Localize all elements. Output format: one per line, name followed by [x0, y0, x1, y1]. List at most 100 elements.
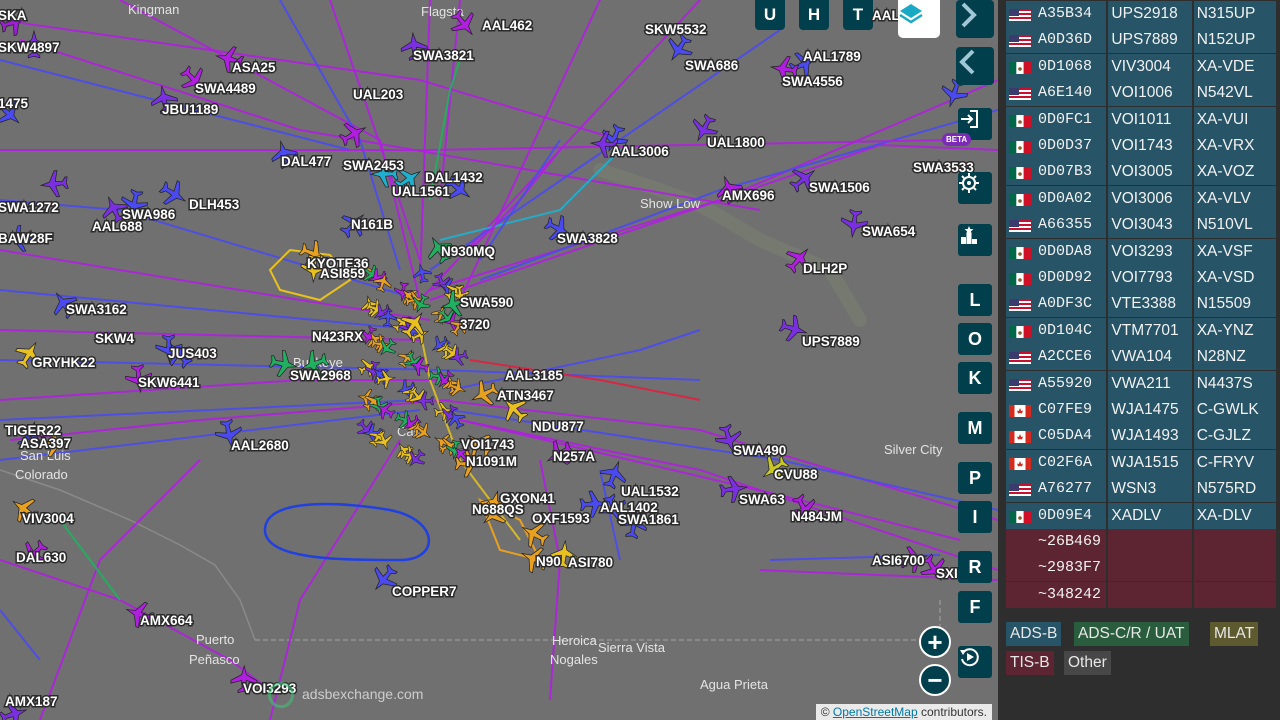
table-row[interactable]: ~26B469	[1006, 529, 1276, 555]
aircraft-label[interactable]: N257A	[552, 448, 597, 466]
aircraft-label[interactable]: SWA490	[732, 442, 788, 460]
aircraft-label[interactable]: UAL1800	[706, 134, 767, 152]
aircraft-label[interactable]: ASA397	[19, 435, 73, 453]
aircraft-label[interactable]: BAW28F	[0, 230, 54, 248]
aircraft-icon[interactable]	[427, 332, 452, 357]
table-row[interactable]: 0D0A02 VOI3006 XA-VLV	[1006, 185, 1276, 212]
aircraft-label[interactable]: N484JM	[790, 508, 844, 526]
table-row[interactable]: A6E140 VOI1006 N542VL	[1006, 80, 1276, 107]
aircraft-label[interactable]: N1091M	[465, 453, 519, 471]
aircraft-label[interactable]: SKW4	[94, 330, 136, 348]
aircraft-label[interactable]: AAL2680	[230, 437, 291, 455]
aircraft-label[interactable]: DAL1432	[424, 169, 485, 187]
aircraft-label[interactable]: SWA3828	[556, 230, 620, 248]
layers-button[interactable]	[898, 0, 940, 38]
aircraft-label[interactable]: SWA2453	[342, 157, 406, 175]
aircraft-label[interactable]: VIV3004	[21, 510, 76, 528]
filter-button[interactable]	[958, 224, 992, 256]
aircraft-label[interactable]: JUS403	[167, 345, 219, 363]
replay-button[interactable]	[958, 646, 992, 678]
zoom-in-button[interactable]: +	[919, 626, 951, 658]
aircraft-label[interactable]: AAL1789	[802, 48, 863, 66]
aircraft-label[interactable]: N688QS	[471, 501, 526, 519]
aircraft-label[interactable]: AMX696	[721, 187, 777, 205]
zoom-out-button[interactable]: −	[919, 664, 951, 696]
aircraft-label[interactable]: SWA1506	[808, 179, 872, 197]
aircraft-icon[interactable]	[353, 416, 379, 442]
aircraft-label[interactable]: ASA25	[231, 59, 278, 77]
toggle-p-button[interactable]: P	[958, 462, 992, 494]
toggle-f-button[interactable]: F	[958, 591, 992, 623]
aircraft-label[interactable]: DAL630	[15, 549, 68, 567]
toggle-r-button[interactable]: R	[958, 551, 992, 583]
aircraft-label[interactable]: SWA590	[459, 294, 515, 312]
map-canvas[interactable]: Kingman FlagstaShow LowSilver CitySan Lui…	[0, 0, 998, 720]
aircraft-label[interactable]: AMX664	[139, 612, 195, 630]
table-row[interactable]: 0D0D92 VOI7793 XA-VSD	[1006, 265, 1276, 291]
settings-button[interactable]	[958, 172, 992, 204]
aircraft-label[interactable]: UAL203	[352, 86, 406, 104]
aircraft-label[interactable]: VOI1743	[460, 436, 517, 454]
toggle-k-button[interactable]: K	[958, 362, 992, 394]
aircraft-label[interactable]: N930MQ	[440, 243, 497, 261]
table-row[interactable]: 0D104C VTM7701 XA-YNZ	[1006, 317, 1276, 344]
collapse-panel-button[interactable]	[956, 47, 994, 85]
aircraft-label[interactable]: ATN3467	[496, 387, 556, 405]
toggle-l-button[interactable]: L	[958, 284, 992, 316]
aircraft-label[interactable]: DAL477	[280, 153, 333, 171]
aircraft-label[interactable]: SWA1861	[617, 511, 681, 529]
table-row[interactable]: C07FE9 WJA1475 C-GWLK	[1006, 397, 1276, 423]
aircraft-label[interactable]: OXF1593	[531, 510, 592, 528]
aircraft-label[interactable]: SWA3162	[65, 301, 129, 319]
table-row[interactable]: 0D1068 VIV3004 XA-VDE	[1006, 53, 1276, 80]
aircraft-label[interactable]: 1475	[0, 95, 30, 113]
aircraft-label[interactable]: COPPER7	[391, 583, 459, 601]
aircraft-table-panel[interactable]: A35B34 UPS2918 N315UP A0D36D UPS7889 N152UP 0D…	[998, 0, 1280, 720]
aircraft-label[interactable]: ASI6700	[871, 552, 927, 570]
openstreetmap-link[interactable]: OpenStreetMap	[833, 705, 918, 719]
aircraft-label[interactable]: DLH2P	[802, 260, 849, 278]
toggle-u-button[interactable]: U	[755, 0, 785, 30]
aircraft-label[interactable]: GRYHK22	[31, 354, 97, 372]
aircraft-label[interactable]: SWA4556	[781, 73, 845, 91]
aircraft-label[interactable]: SKW6441	[137, 374, 202, 392]
aircraft-label[interactable]: SWA654	[861, 223, 918, 241]
aircraft-label[interactable]: SWA686	[684, 57, 741, 75]
table-row[interactable]: A55920 VWA211 N4437S	[1006, 370, 1276, 397]
aircraft-label[interactable]: ASI780	[567, 554, 615, 572]
table-row[interactable]: 0D07B3 VOI3005 XA-VOZ	[1006, 159, 1276, 186]
aircraft-label[interactable]: SWA3821	[412, 47, 476, 65]
aircraft-label[interactable]: N161B	[350, 216, 395, 234]
aircraft-label[interactable]: SKA	[0, 7, 28, 25]
aircraft-label[interactable]: SWA63	[738, 491, 787, 509]
table-row[interactable]: A35B34 UPS2918 N315UP	[1006, 1, 1276, 27]
aircraft-label[interactable]: SKW5532	[644, 21, 709, 39]
table-row[interactable]: C02F6A WJA1515 C-FRYV	[1006, 449, 1276, 476]
aircraft-label[interactable]: NDU877	[531, 418, 586, 436]
table-row[interactable]: 0D0FC1 VOI1011 XA-VUI	[1006, 106, 1276, 133]
toggle-o-button[interactable]: O	[958, 323, 992, 355]
aircraft-label[interactable]: UAL1561	[391, 183, 452, 201]
aircraft-label[interactable]: AAL3006	[610, 143, 671, 161]
aircraft-label[interactable]: 3720	[459, 316, 492, 334]
expand-panel-button[interactable]	[956, 0, 994, 38]
table-row[interactable]: ~348242	[1006, 581, 1276, 608]
table-row[interactable]: ~2983F7	[1006, 555, 1276, 582]
aircraft-label[interactable]: UPS7889	[801, 333, 862, 351]
table-row[interactable]: A2CCE6 VWA104 N28NZ	[1006, 344, 1276, 371]
aircraft-label[interactable]: SWA1272	[0, 199, 60, 217]
aircraft-label[interactable]: ASI859	[319, 265, 367, 283]
table-row[interactable]: A76277 WSN3 N575RD	[1006, 476, 1276, 503]
aircraft-label[interactable]: SKW4897	[0, 39, 61, 57]
aircraft-label[interactable]: JBU1189	[161, 101, 220, 119]
table-row[interactable]: A66355 VOI3043 N510VL	[1006, 212, 1276, 239]
table-row[interactable]: A0DF3C VTE3388 N15509	[1006, 291, 1276, 318]
aircraft-label[interactable]: CVU88	[773, 466, 820, 484]
toggle-i-button[interactable]: I	[958, 501, 992, 533]
aircraft-label[interactable]: AAL3185	[504, 367, 565, 385]
aircraft-label[interactable]: AAL462	[481, 17, 534, 35]
table-row[interactable]: C05DA4 WJA1493 C-GJLZ	[1006, 423, 1276, 450]
aircraft-icon[interactable]	[39, 170, 69, 199]
aircraft-label[interactable]: AMX187	[4, 693, 60, 711]
table-row[interactable]: 0D09E4 XADLV XA-DLV	[1006, 502, 1276, 529]
